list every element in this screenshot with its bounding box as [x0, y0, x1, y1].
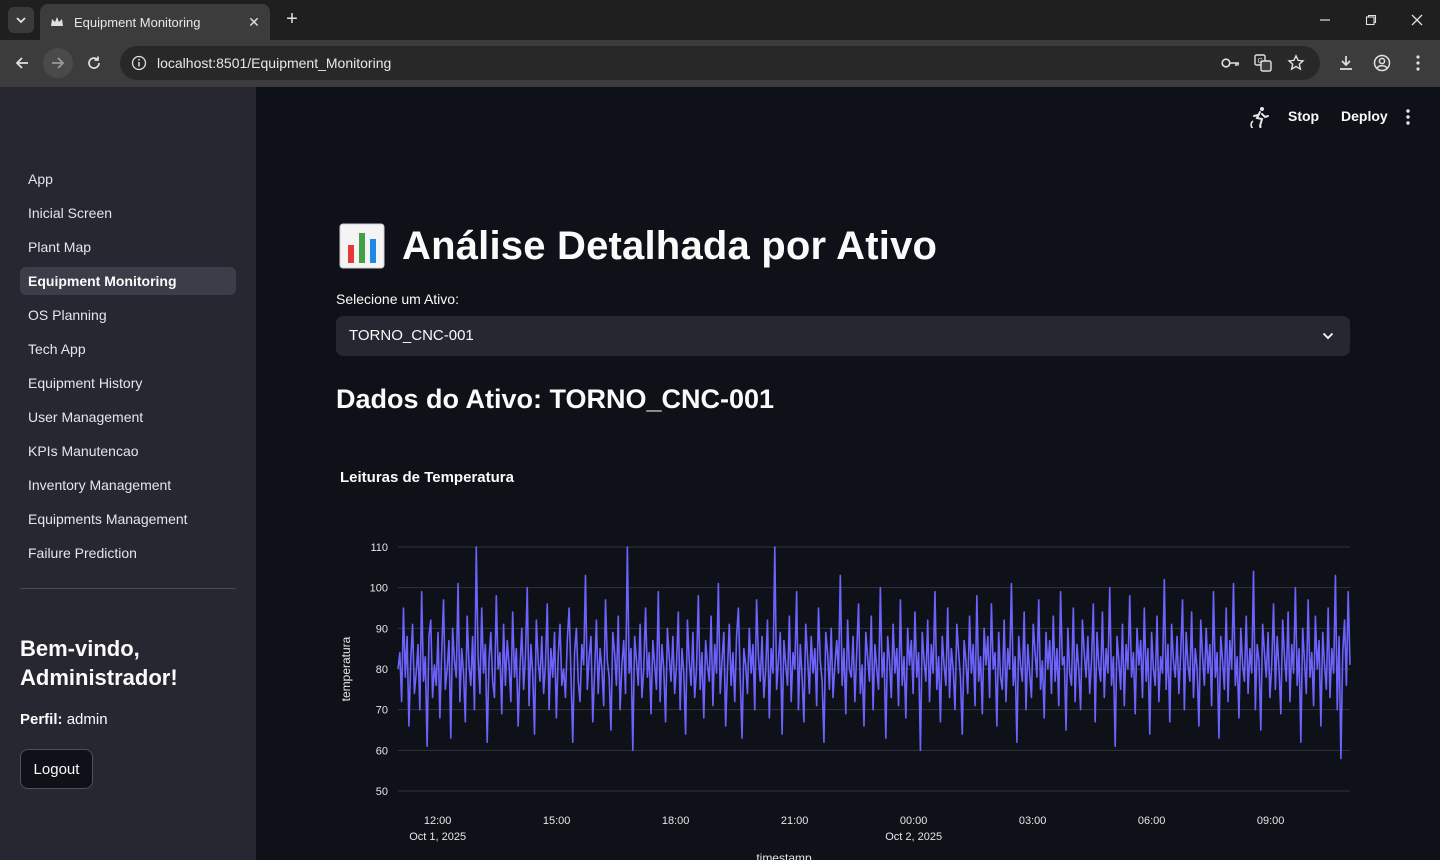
sidebar-item-os-planning[interactable]: OS Planning — [20, 301, 236, 329]
y-tick-label: 110 — [370, 542, 388, 554]
profile-icon[interactable] — [1371, 52, 1393, 74]
sidebar-item-kpis-manutencao[interactable]: KPIs Manutencao — [20, 437, 236, 465]
running-man-icon — [1249, 106, 1271, 128]
tab-search-button[interactable] — [8, 7, 34, 33]
sidebar-nav: App Inicial Screen Plant Map Equipment M… — [20, 165, 236, 573]
x-tick-label: 12:00 — [424, 815, 452, 827]
asset-select[interactable]: TORNO_CNC-001 — [336, 316, 1350, 356]
sidebar-item-failure-prediction[interactable]: Failure Prediction — [20, 539, 236, 567]
site-info-icon[interactable] — [130, 54, 148, 72]
y-tick-label: 90 — [376, 623, 388, 635]
bar-chart-emoji-icon — [338, 222, 386, 270]
asset-select-label: Selecione um Ativo: — [336, 291, 459, 307]
x-axis-title: timestamp — [756, 851, 812, 860]
download-icon[interactable] — [1335, 52, 1357, 74]
forward-button[interactable] — [43, 48, 73, 78]
sidebar-item-equipment-history[interactable]: Equipment History — [20, 369, 236, 397]
browser-tabbar: Equipment Monitoring ✕ + — [0, 0, 1440, 40]
profile-value: admin — [66, 711, 108, 728]
chart-title: Leituras de Temperatura — [340, 469, 514, 486]
series-line — [397, 546, 1351, 760]
y-tick-label: 100 — [370, 583, 388, 595]
sidebar-item-inventory-management[interactable]: Inventory Management — [20, 471, 236, 499]
sidebar-item-app[interactable]: App — [20, 165, 236, 193]
sidebar-item-inicial-screen[interactable]: Inicial Screen — [20, 199, 236, 227]
x-tick-label: 06:00 — [1138, 815, 1166, 827]
temperature-line-chart: 50 60 70 80 90 100 110 12:00 Oct 1, 2025 15:00 18:… — [339, 542, 1351, 860]
address-bar[interactable]: localhost:8501/Equipment_Monitoring G — [120, 46, 1320, 80]
bookmark-star-icon[interactable] — [1285, 52, 1307, 74]
asset-data-heading: Dados do Ativo: TORNO_CNC-001 — [336, 384, 775, 414]
deploy-button[interactable]: Deploy — [1341, 108, 1388, 124]
x-tick-label: 15:00 — [543, 815, 571, 827]
streamlit-crown-icon — [50, 15, 64, 29]
welcome-message: Bem-vindo, Administrador! — [20, 636, 178, 690]
password-key-icon[interactable] — [1220, 52, 1242, 74]
page-title: Análise Detalhada por Ativo — [338, 218, 937, 274]
stop-button[interactable]: Stop — [1288, 108, 1319, 124]
main-menu-icon[interactable] — [1397, 106, 1419, 128]
x-tick-sublabel: Oct 2, 2025 — [885, 831, 942, 843]
x-tick-sublabel: Oct 1, 2025 — [409, 831, 466, 843]
tab-title: Equipment Monitoring — [74, 14, 201, 30]
browser-tab[interactable]: Equipment Monitoring ✕ — [40, 4, 270, 40]
minimize-icon[interactable] — [1313, 8, 1337, 32]
reload-button[interactable] — [79, 48, 109, 78]
y-axis-title: temperatura — [339, 636, 353, 701]
y-tick-label: 70 — [376, 705, 388, 717]
url-text: localhost:8501/Equipment_Monitoring — [157, 55, 392, 71]
sidebar-item-equipment-monitoring[interactable]: Equipment Monitoring — [20, 267, 236, 295]
x-tick-label: 18:00 — [662, 815, 690, 827]
back-button[interactable] — [7, 48, 37, 78]
sidebar: App Inicial Screen Plant Map Equipment M… — [0, 87, 256, 860]
x-tick-label: 21:00 — [781, 815, 809, 827]
page-title-text: Análise Detalhada por Ativo — [402, 223, 938, 268]
svg-text:G: G — [1258, 58, 1263, 65]
logout-button[interactable]: Logout — [20, 749, 93, 789]
asset-select-value: TORNO_CNC-001 — [349, 327, 474, 344]
x-tick-label: 03:00 — [1019, 815, 1047, 827]
y-tick-label: 80 — [376, 664, 388, 676]
profile-label: Perfil: — [20, 711, 63, 728]
chevron-down-icon — [1318, 326, 1338, 346]
sidebar-divider — [20, 588, 236, 589]
close-window-icon[interactable] — [1405, 8, 1429, 32]
arrow-right-icon — [52, 57, 65, 69]
arrow-left-icon — [15, 57, 28, 69]
y-tick-label: 50 — [376, 786, 388, 798]
x-tick-label: 00:00 — [900, 815, 928, 827]
profile-info: Perfil: admin — [20, 711, 108, 728]
browser-menu-icon[interactable] — [1407, 52, 1429, 74]
chevron-down-icon — [16, 17, 26, 24]
restore-icon[interactable] — [1359, 8, 1383, 32]
sidebar-item-user-management[interactable]: User Management — [20, 403, 236, 431]
reload-icon — [88, 56, 100, 69]
sidebar-item-plant-map[interactable]: Plant Map — [20, 233, 236, 261]
browser-toolbar: localhost:8501/Equipment_Monitoring G — [0, 40, 1440, 87]
sidebar-item-equipments-management[interactable]: Equipments Management — [20, 505, 236, 533]
x-tick-label: 09:00 — [1257, 815, 1285, 827]
translate-icon[interactable]: G — [1252, 52, 1274, 74]
close-tab-icon[interactable]: ✕ — [244, 12, 264, 32]
sidebar-item-tech-app[interactable]: Tech App — [20, 335, 236, 363]
new-tab-icon[interactable]: + — [282, 9, 302, 30]
y-tick-label: 60 — [376, 745, 388, 757]
